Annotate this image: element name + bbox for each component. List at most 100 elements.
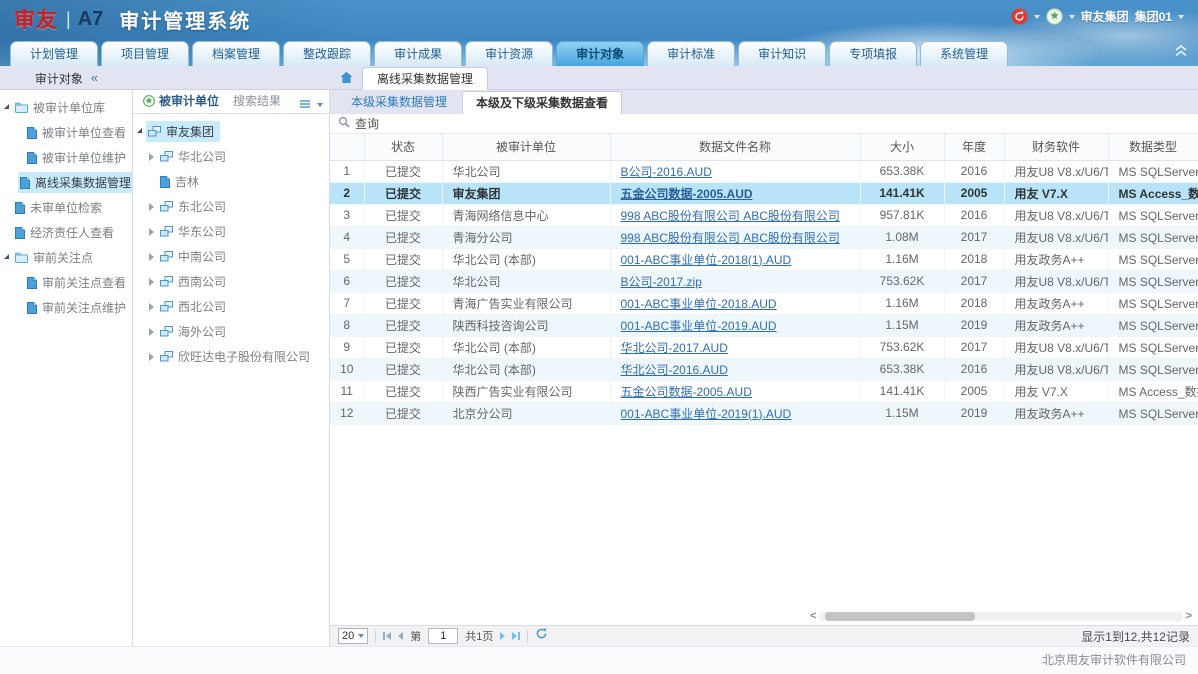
sidebar-subitem[interactable]: 审前关注点查看 <box>0 270 132 295</box>
table-row[interactable]: 9已提交华北公司 (本部)华北公司-2017.AUD753.62K2017用友U… <box>330 336 1198 358</box>
first-page-button[interactable] <box>383 632 391 640</box>
table-row[interactable]: 10已提交华北公司 (本部)华北公司-2016.AUD653.38K2016用友… <box>330 358 1198 380</box>
caret-down-icon[interactable] <box>1034 15 1040 19</box>
file-link[interactable]: 998 ABC股份有限公司 ABC股份有限公司 <box>621 209 840 223</box>
expanded-arrow-icon[interactable] <box>4 254 9 259</box>
org-item[interactable]: 欣旺达电子股份有限公司 <box>133 344 329 369</box>
account-user[interactable]: 集团01 <box>1135 8 1172 25</box>
nav-tab-8[interactable]: 审计标准 <box>647 41 735 66</box>
table-row[interactable]: 1已提交华北公司B公司-2016.AUD653.38K2016用友U8 V8.x… <box>330 160 1198 182</box>
collapsed-arrow-icon[interactable] <box>149 228 154 236</box>
expanded-arrow-icon[interactable] <box>4 104 9 109</box>
caret-down-icon[interactable] <box>1069 15 1075 19</box>
open-page-tab[interactable]: 离线采集数据管理 <box>362 67 488 90</box>
org-item[interactable]: 西南公司 <box>133 269 329 294</box>
table-row[interactable]: 12已提交北京分公司001-ABC事业单位-2019(1).AUD1.15M20… <box>330 402 1198 424</box>
file-link[interactable]: 华北公司-2017.AUD <box>621 341 728 355</box>
doc-icon <box>27 127 37 139</box>
scroll-left-icon[interactable]: < <box>810 611 816 622</box>
org-tab-1[interactable]: 被审计单位 <box>137 92 227 113</box>
file-link[interactable]: 001-ABC事业单位-2019(1).AUD <box>621 407 792 421</box>
refresh-icon[interactable] <box>535 627 548 645</box>
org-item[interactable]: 华东公司 <box>133 219 329 244</box>
org-icon <box>160 151 173 162</box>
table-row[interactable]: 5已提交华北公司 (本部)001-ABC事业单位-2018(1).AUD1.16… <box>330 248 1198 270</box>
scroll-right-icon[interactable]: > <box>1186 611 1192 622</box>
sidebar-subitem[interactable]: 被审计单位查看 <box>0 120 132 145</box>
nav-tab-5[interactable]: 审计成果 <box>374 41 462 66</box>
file-link[interactable]: 998 ABC股份有限公司 ABC股份有限公司 <box>621 231 840 245</box>
org-item[interactable]: 吉林 <box>133 169 329 194</box>
org-item-label: 华东公司 <box>178 223 226 240</box>
collapsed-arrow-icon[interactable] <box>149 278 154 286</box>
table-row[interactable]: 3已提交青海网络信息中心998 ABC股份有限公司 ABC股份有限公司957.8… <box>330 204 1198 226</box>
sidebar-item[interactable]: 审前关注点 <box>0 245 132 270</box>
sidebar-item[interactable]: 被审计单位库 <box>0 95 132 120</box>
collapsed-arrow-icon[interactable] <box>149 253 154 261</box>
table-row[interactable]: 8已提交陕西科技咨询公司001-ABC事业单位-2019.AUD1.15M201… <box>330 314 1198 336</box>
table-row[interactable]: 11已提交陕西广告实业有限公司五金公司数据-2005.AUD141.41K200… <box>330 380 1198 402</box>
table-row[interactable]: 7已提交青海广告实业有限公司001-ABC事业单位-2018.AUD1.16M2… <box>330 292 1198 314</box>
collapsed-arrow-icon[interactable] <box>149 328 154 336</box>
org-item[interactable]: 华北公司 <box>133 144 329 169</box>
nav-tab-6[interactable]: 审计资源 <box>465 41 553 66</box>
home-icon[interactable] <box>340 71 353 89</box>
collapse-sidebar-icon[interactable]: « <box>91 67 98 89</box>
notification-refresh-icon[interactable] <box>1011 8 1028 25</box>
org-item[interactable]: 中南公司 <box>133 244 329 269</box>
sidebar-item[interactable]: 未审单位检索 <box>0 195 132 220</box>
sidebar-subitem[interactable]: 被审计单位维护 <box>0 145 132 170</box>
chevron-down-icon[interactable] <box>317 103 323 107</box>
caret-down-icon[interactable] <box>1178 15 1184 19</box>
org-item[interactable]: 西北公司 <box>133 294 329 319</box>
prev-page-button[interactable] <box>398 632 403 640</box>
sidebar-subitem[interactable]: 离线采集数据管理 <box>0 170 132 195</box>
file-link[interactable]: 五金公司数据-2005.AUD <box>621 187 753 201</box>
collapsed-arrow-icon[interactable] <box>149 203 154 211</box>
nav-tab-7[interactable]: 审计对象 <box>556 41 644 66</box>
table-row[interactable]: 4已提交青海分公司998 ABC股份有限公司 ABC股份有限公司1.08M201… <box>330 226 1198 248</box>
nav-tab-10[interactable]: 专项填报 <box>829 41 917 66</box>
collapsed-arrow-icon[interactable] <box>149 353 154 361</box>
sidebar-subitem[interactable]: 审前关注点维护 <box>0 295 132 320</box>
main-tab-1[interactable]: 本级采集数据管理 <box>338 91 460 114</box>
nav-tab-9[interactable]: 审计知识 <box>738 41 826 66</box>
nav-tab-4[interactable]: 整改跟踪 <box>283 41 371 66</box>
file-link[interactable]: 001-ABC事业单位-2018(1).AUD <box>621 253 792 267</box>
cell-size: 141.41K <box>860 182 944 204</box>
next-page-button[interactable] <box>500 632 505 640</box>
account-org[interactable]: 审友集团 <box>1081 8 1129 25</box>
open-page-tab-label: 离线采集数据管理 <box>377 72 473 86</box>
page-number-input[interactable] <box>428 628 458 644</box>
file-link[interactable]: 五金公司数据-2005.AUD <box>621 385 752 399</box>
nav-tab-2[interactable]: 项目管理 <box>101 41 189 66</box>
scrollbar-track[interactable] <box>819 612 1182 621</box>
file-link[interactable]: B公司-2017.zip <box>621 275 702 289</box>
query-button[interactable]: 查询 <box>355 115 379 132</box>
nav-tab-1[interactable]: 计划管理 <box>10 41 98 66</box>
table-row[interactable]: 2已提交审友集团五金公司数据-2005.AUD141.41K2005用友 V7.… <box>330 182 1198 204</box>
org-tab-2[interactable]: 搜索结果 <box>227 92 289 113</box>
collapse-ribbon-icon[interactable] <box>1174 44 1188 62</box>
scrollbar-thumb[interactable] <box>825 612 975 621</box>
page-size-select[interactable]: 20 <box>338 628 368 644</box>
org-root[interactable]: 审友集团 <box>133 119 329 144</box>
nav-tab-3[interactable]: 档案管理 <box>192 41 280 66</box>
file-link[interactable]: B公司-2016.AUD <box>621 165 712 179</box>
file-link[interactable]: 华北公司-2016.AUD <box>621 363 728 377</box>
org-icon <box>160 276 173 287</box>
org-item[interactable]: 海外公司 <box>133 319 329 344</box>
list-menu-icon[interactable] <box>299 96 311 114</box>
main-tab-2[interactable]: 本级及下级采集数据查看 <box>462 91 622 114</box>
collapsed-arrow-icon[interactable] <box>149 303 154 311</box>
org-item[interactable]: 东北公司 <box>133 194 329 219</box>
avatar-icon[interactable] <box>1046 8 1063 25</box>
file-link[interactable]: 001-ABC事业单位-2018.AUD <box>621 297 777 311</box>
expanded-arrow-icon[interactable] <box>137 128 142 133</box>
table-row[interactable]: 6已提交华北公司B公司-2017.zip753.62K2017用友U8 V8.x… <box>330 270 1198 292</box>
nav-tab-11[interactable]: 系统管理 <box>920 41 1008 66</box>
sidebar-item[interactable]: 经济责任人查看 <box>0 220 132 245</box>
file-link[interactable]: 001-ABC事业单位-2019.AUD <box>621 319 777 333</box>
last-page-button[interactable] <box>512 632 520 640</box>
collapsed-arrow-icon[interactable] <box>149 153 154 161</box>
